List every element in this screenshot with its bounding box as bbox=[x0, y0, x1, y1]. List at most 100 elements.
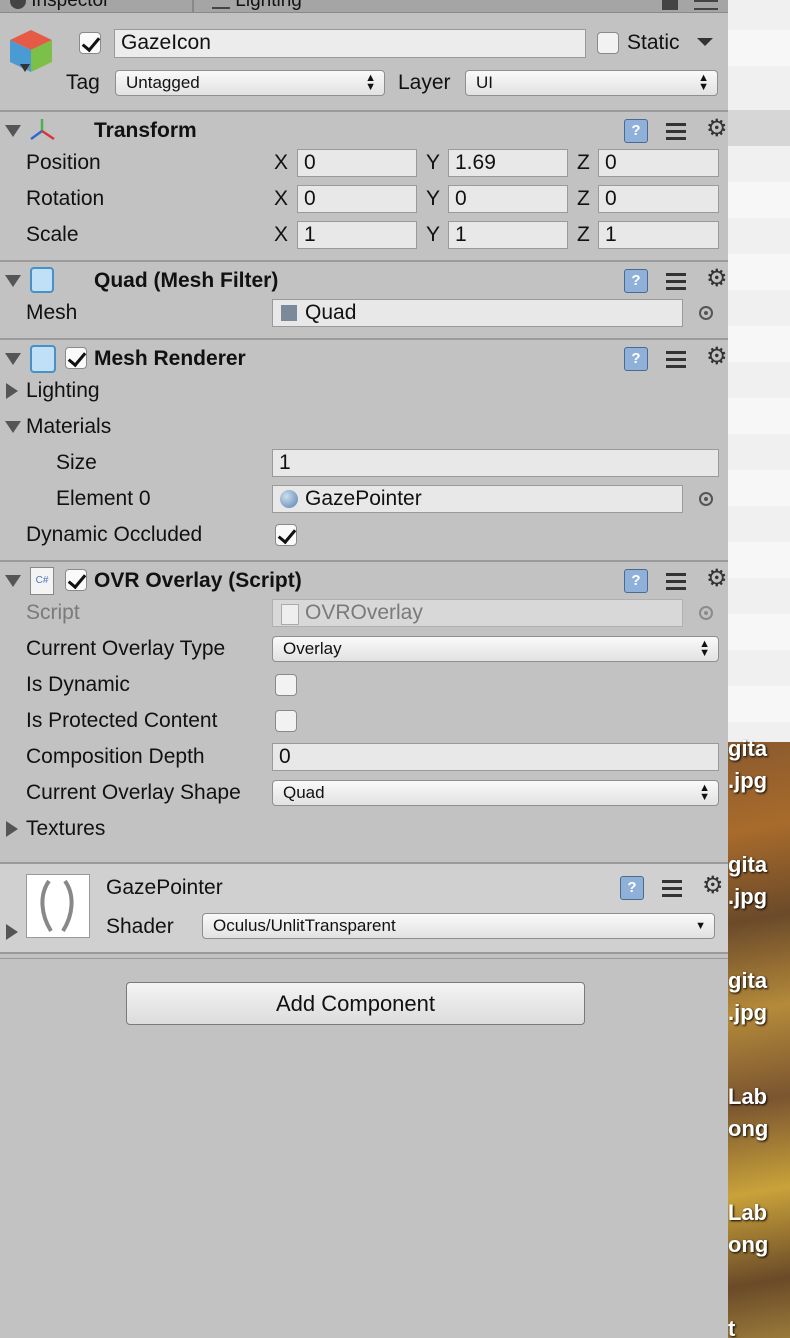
position-y-field[interactable]: 1.69 bbox=[448, 149, 568, 177]
foldout-arrow-icon[interactable] bbox=[5, 125, 21, 137]
tag-value: Untagged bbox=[126, 73, 200, 92]
tab-inspector[interactable]: Inspector bbox=[10, 0, 109, 12]
desktop-file-label: ong bbox=[728, 1116, 769, 1141]
axis-z-label[interactable]: Z bbox=[577, 149, 590, 177]
preset-icon[interactable] bbox=[666, 119, 690, 143]
axis-y-label[interactable]: Y bbox=[426, 185, 440, 213]
object-name-field[interactable]: GazeIcon bbox=[114, 29, 586, 58]
inspector-icon bbox=[10, 0, 26, 9]
add-component-button[interactable]: Add Component bbox=[126, 982, 585, 1025]
textures-foldout-label[interactable]: Textures bbox=[26, 815, 105, 843]
preset-icon[interactable] bbox=[666, 347, 690, 371]
help-icon[interactable]: ? bbox=[624, 119, 648, 143]
static-label: Static bbox=[627, 31, 680, 54]
scale-x-field[interactable]: 1 bbox=[297, 221, 417, 249]
object-picker-icon[interactable] bbox=[699, 306, 713, 320]
composition-depth-field[interactable]: 0 bbox=[272, 743, 719, 771]
gear-icon[interactable]: ⚙ bbox=[706, 115, 728, 143]
ovr-overlay-enabled-checkbox[interactable] bbox=[65, 569, 87, 591]
size-label: Size bbox=[56, 451, 97, 474]
scale-z-field[interactable]: 1 bbox=[598, 221, 719, 249]
mesh-renderer-enabled-checkbox[interactable] bbox=[65, 347, 87, 369]
foldout-arrow-icon[interactable] bbox=[5, 575, 21, 587]
object-picker-icon[interactable] bbox=[699, 492, 713, 506]
foldout-arrow-icon[interactable] bbox=[6, 821, 18, 837]
materials-size-field[interactable]: 1 bbox=[272, 449, 719, 477]
component-header-icons: ? ⚙ bbox=[624, 115, 734, 145]
layer-dropdown[interactable]: UI ▲ ▼ bbox=[465, 70, 718, 96]
axis-y-label[interactable]: Y bbox=[426, 149, 440, 177]
foldout-arrow-icon[interactable] bbox=[6, 924, 18, 940]
axis-x-label[interactable]: X bbox=[274, 221, 288, 249]
static-dropdown-icon[interactable] bbox=[697, 38, 713, 46]
preset-icon[interactable] bbox=[666, 569, 690, 593]
material-preview-thumbnail[interactable] bbox=[26, 874, 90, 938]
tag-dropdown[interactable]: Untagged ▲ ▼ bbox=[115, 70, 385, 96]
shader-value: Oculus/UnlitTransparent bbox=[213, 916, 396, 935]
axis-x-label[interactable]: X bbox=[274, 149, 288, 177]
axis-y-label[interactable]: Y bbox=[426, 221, 440, 249]
mesh-filter-title: Quad (Mesh Filter) bbox=[94, 269, 279, 292]
foldout-arrow-icon[interactable] bbox=[5, 421, 21, 433]
shader-dropdown[interactable]: Oculus/UnlitTransparent ▼ bbox=[202, 913, 715, 939]
updown-icon: ▲ ▼ bbox=[699, 782, 710, 803]
tab-bar: Inspector Lighting bbox=[0, 0, 728, 13]
element0-object-field[interactable]: GazePointer bbox=[272, 485, 683, 513]
component-header-icons: ? ⚙ bbox=[620, 872, 730, 902]
position-z-field[interactable]: 0 bbox=[598, 149, 719, 177]
gear-icon[interactable]: ⚙ bbox=[706, 565, 728, 593]
gear-icon[interactable]: ⚙ bbox=[706, 265, 728, 293]
rotation-x-field[interactable]: 0 bbox=[297, 185, 417, 213]
csharp-file-icon bbox=[281, 604, 299, 625]
menu-icon[interactable] bbox=[694, 0, 718, 10]
active-checkbox[interactable] bbox=[79, 32, 101, 54]
gear-icon[interactable]: ⚙ bbox=[702, 872, 724, 900]
axis-z-label[interactable]: Z bbox=[577, 221, 590, 249]
mesh-object-field[interactable]: Quad bbox=[272, 299, 683, 327]
list-row bbox=[728, 398, 790, 434]
list-row bbox=[728, 254, 790, 290]
overlay-type-label: Current Overlay Type bbox=[26, 637, 226, 660]
foldout-arrow-icon[interactable] bbox=[6, 383, 18, 399]
is-dynamic-checkbox[interactable] bbox=[275, 674, 297, 696]
gear-icon[interactable]: ⚙ bbox=[706, 343, 728, 371]
lock-icon[interactable] bbox=[662, 0, 678, 10]
updown-icon: ▲ ▼ bbox=[365, 72, 376, 93]
axis-x-label[interactable]: X bbox=[274, 185, 288, 213]
preset-icon[interactable] bbox=[662, 876, 686, 900]
foldout-arrow-icon[interactable] bbox=[5, 353, 21, 365]
script-label: Script bbox=[26, 601, 80, 624]
scale-y-field[interactable]: 1 bbox=[448, 221, 568, 249]
inspector-panel: Inspector Lighting GazeIcon Static Tag U… bbox=[0, 0, 728, 1338]
help-icon[interactable]: ? bbox=[624, 347, 648, 371]
ovr-overlay-title: OVR Overlay (Script) bbox=[94, 569, 302, 592]
list-row bbox=[728, 326, 790, 362]
overlay-type-dropdown[interactable]: Overlay ▲ ▼ bbox=[272, 636, 719, 662]
position-label: Position bbox=[26, 151, 101, 174]
script-value: OVROverlay bbox=[305, 601, 423, 624]
tab-lighting[interactable]: Lighting bbox=[212, 0, 302, 12]
preset-icon[interactable] bbox=[666, 269, 690, 293]
help-icon[interactable]: ? bbox=[624, 569, 648, 593]
help-icon[interactable]: ? bbox=[620, 876, 644, 900]
position-x-field[interactable]: 0 bbox=[297, 149, 417, 177]
material-sphere-icon bbox=[280, 490, 298, 508]
overlay-shape-dropdown[interactable]: Quad ▲ ▼ bbox=[272, 780, 719, 806]
help-icon[interactable]: ? bbox=[624, 269, 648, 293]
transform-title: Transform bbox=[94, 119, 197, 142]
axis-z-label[interactable]: Z bbox=[577, 185, 590, 213]
script-object-field: OVROverlay bbox=[272, 599, 683, 627]
rotation-y-field[interactable]: 0 bbox=[448, 185, 568, 213]
divider bbox=[0, 260, 728, 262]
foldout-arrow-icon[interactable] bbox=[5, 275, 21, 287]
is-protected-checkbox[interactable] bbox=[275, 710, 297, 732]
static-checkbox[interactable] bbox=[597, 32, 619, 54]
lighting-foldout-label[interactable]: Lighting bbox=[26, 377, 100, 405]
list-row bbox=[728, 542, 790, 578]
rotation-label: Rotation bbox=[26, 187, 105, 210]
materials-foldout-label[interactable]: Materials bbox=[26, 413, 111, 441]
dynamic-occluded-label: Dynamic Occluded bbox=[26, 523, 203, 546]
dynamic-occluded-checkbox[interactable] bbox=[275, 524, 297, 546]
dropdown-arrow-icon: ▼ bbox=[695, 920, 706, 932]
rotation-z-field[interactable]: 0 bbox=[598, 185, 719, 213]
